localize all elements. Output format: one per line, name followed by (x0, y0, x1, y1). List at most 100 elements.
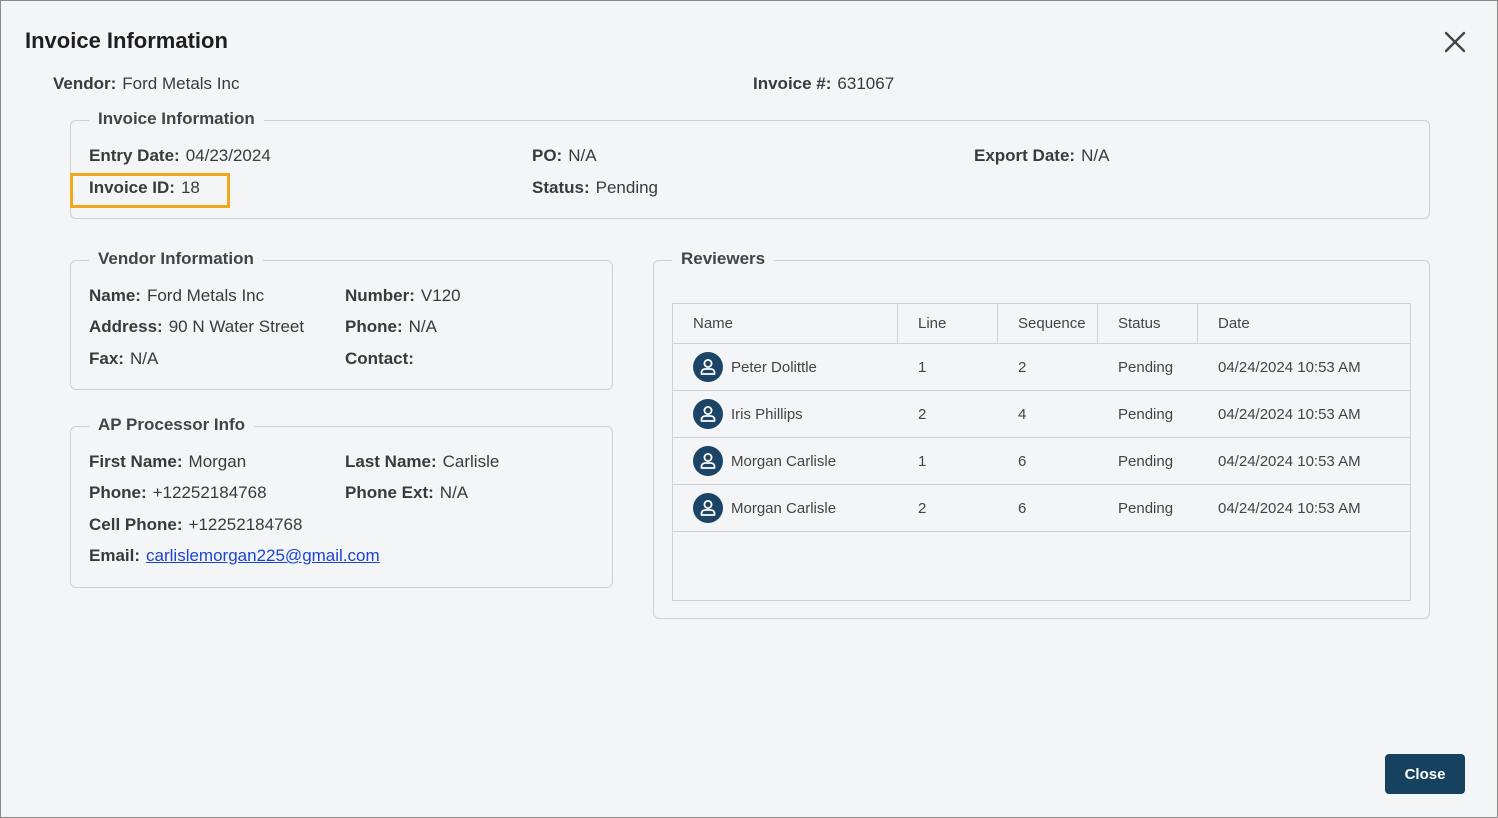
vendor-label: Vendor: (53, 74, 117, 93)
status-value: Pending (595, 178, 659, 197)
reviewer-sequence: 6 (1018, 499, 1027, 517)
reviewers-table: Name Line Sequence Status Date Peter Dol… (672, 303, 1411, 601)
table-row[interactable]: Morgan Carlisle 2 6 Pending 04/24/2024 1… (673, 485, 1410, 532)
vendor-address: Address: 90 N Water Street (89, 317, 304, 337)
reviewer-name: Iris Phillips (731, 405, 803, 423)
close-button[interactable]: Close (1385, 754, 1465, 794)
user-avatar-icon (693, 352, 723, 382)
column-header-line[interactable]: Line (898, 304, 998, 343)
ap-email: Email: carlislemorgan225@gmail.com (89, 546, 380, 566)
invoice-id-highlight (70, 173, 230, 208)
header-invoice-number: Invoice #: 631067 (753, 74, 894, 94)
reviewer-status: Pending (1118, 405, 1174, 423)
ap-first-name-label: First Name: (89, 452, 183, 471)
reviewer-line: 1 (918, 452, 927, 470)
table-row[interactable]: Peter Dolittle 1 2 Pending 04/24/2024 10… (673, 344, 1410, 391)
header-vendor: Vendor: Ford Metals Inc (53, 74, 239, 94)
dialog-title: Invoice Information (25, 28, 228, 53)
reviewer-name-cell: Peter Dolittle (673, 344, 898, 390)
reviewer-sequence: 2 (1018, 358, 1027, 376)
ap-email-link[interactable]: carlislemorgan225@gmail.com (146, 546, 380, 565)
vendor-address-label: Address: (89, 317, 163, 336)
ap-cell-phone-value: +12252184768 (188, 515, 303, 534)
vendor-contact: Contact: (345, 349, 420, 369)
table-row[interactable]: Morgan Carlisle 1 6 Pending 04/24/2024 1… (673, 438, 1410, 485)
ap-cell-phone: Cell Phone: +12252184768 (89, 515, 302, 535)
reviewer-status: Pending (1118, 452, 1174, 470)
vendor-contact-label: Contact: (345, 349, 414, 368)
invoice-number-value: 631067 (837, 74, 895, 93)
export-date: Export Date: N/A (974, 146, 1109, 166)
ap-last-name-label: Last Name: (345, 452, 437, 471)
ap-phone-ext-label: Phone Ext: (345, 483, 434, 502)
reviewer-name-cell: Iris Phillips (673, 391, 898, 437)
reviewer-date: 04/24/2024 10:53 AM (1218, 452, 1361, 470)
status: Status: Pending (532, 178, 658, 198)
vendor-name-value: Ford Metals Inc (146, 286, 265, 305)
reviewer-sequence: 6 (1018, 452, 1027, 470)
reviewer-line: 2 (918, 499, 927, 517)
reviewer-name: Morgan Carlisle (731, 499, 837, 517)
invoice-number-label: Invoice #: (753, 74, 832, 93)
ap-first-name: First Name: Morgan (89, 452, 246, 472)
ap-phone-ext-value: N/A (439, 483, 469, 502)
vendor-number-label: Number: (345, 286, 415, 305)
reviewer-name: Peter Dolittle (731, 358, 817, 376)
export-date-label: Export Date: (974, 146, 1076, 165)
ap-phone-label: Phone: (89, 483, 147, 502)
ap-cell-phone-label: Cell Phone: (89, 515, 183, 534)
reviewer-date: 04/24/2024 10:53 AM (1218, 499, 1361, 517)
vendor-fax-value: N/A (129, 349, 159, 368)
ap-processor-legend: AP Processor Info (89, 415, 255, 435)
reviewer-date: 04/24/2024 10:53 AM (1218, 358, 1361, 376)
reviewer-line: 2 (918, 405, 927, 423)
invoice-dialog: Invoice Information Vendor: Ford Metals I… (0, 0, 1498, 818)
reviewers-table-header: Name Line Sequence Status Date (673, 304, 1410, 344)
vendor-number: Number: V120 (345, 286, 461, 306)
vendor-fax: Fax: N/A (89, 349, 158, 369)
reviewer-status: Pending (1118, 499, 1174, 517)
vendor-phone-label: Phone: (345, 317, 403, 336)
vendor-phone-value: N/A (408, 317, 437, 336)
po: PO: N/A (532, 146, 597, 166)
vendor-name: Name: Ford Metals Inc (89, 286, 264, 306)
po-label: PO: (532, 146, 563, 165)
ap-email-label: Email: (89, 546, 141, 565)
ap-phone-ext: Phone Ext: N/A (345, 483, 468, 503)
vendor-value: Ford Metals Inc (122, 74, 240, 93)
reviewer-sequence: 4 (1018, 405, 1027, 423)
ap-last-name: Last Name: Carlisle (345, 452, 499, 472)
column-header-name[interactable]: Name (673, 304, 898, 343)
vendor-name-label: Name: (89, 286, 141, 305)
invoice-info-legend: Invoice Information (89, 109, 264, 129)
user-avatar-icon (693, 399, 723, 429)
status-label: Status: (532, 178, 590, 197)
entry-date-value: 04/23/2024 (185, 146, 271, 165)
column-header-sequence[interactable]: Sequence (998, 304, 1098, 343)
reviewers-legend: Reviewers (672, 249, 775, 269)
entry-date-label: Entry Date: (89, 146, 180, 165)
reviewer-name-cell: Morgan Carlisle (673, 485, 898, 531)
invoice-info-fieldset: Invoice Information (70, 109, 1430, 219)
ap-first-name-value: Morgan (188, 452, 247, 471)
po-value: N/A (568, 146, 597, 165)
vendor-number-value: V120 (420, 286, 461, 305)
vendor-address-value: 90 N Water Street (168, 317, 305, 336)
user-avatar-icon (693, 493, 723, 523)
table-row[interactable]: Iris Phillips 2 4 Pending 04/24/2024 10:… (673, 391, 1410, 438)
vendor-info-legend: Vendor Information (89, 249, 263, 269)
reviewer-date: 04/24/2024 10:53 AM (1218, 405, 1361, 423)
reviewer-name: Morgan Carlisle (731, 452, 837, 470)
export-date-value: N/A (1081, 146, 1110, 165)
close-icon[interactable] (1441, 28, 1469, 56)
reviewer-line: 1 (918, 358, 927, 376)
entry-date: Entry Date: 04/23/2024 (89, 146, 271, 166)
column-header-status[interactable]: Status (1098, 304, 1198, 343)
reviewer-status: Pending (1118, 358, 1174, 376)
ap-phone: Phone: +12252184768 (89, 483, 267, 503)
vendor-phone: Phone: N/A (345, 317, 437, 337)
column-header-date[interactable]: Date (1198, 304, 1410, 343)
ap-phone-value: +12252184768 (152, 483, 267, 502)
ap-last-name-value: Carlisle (442, 452, 500, 471)
vendor-fax-label: Fax: (89, 349, 124, 368)
